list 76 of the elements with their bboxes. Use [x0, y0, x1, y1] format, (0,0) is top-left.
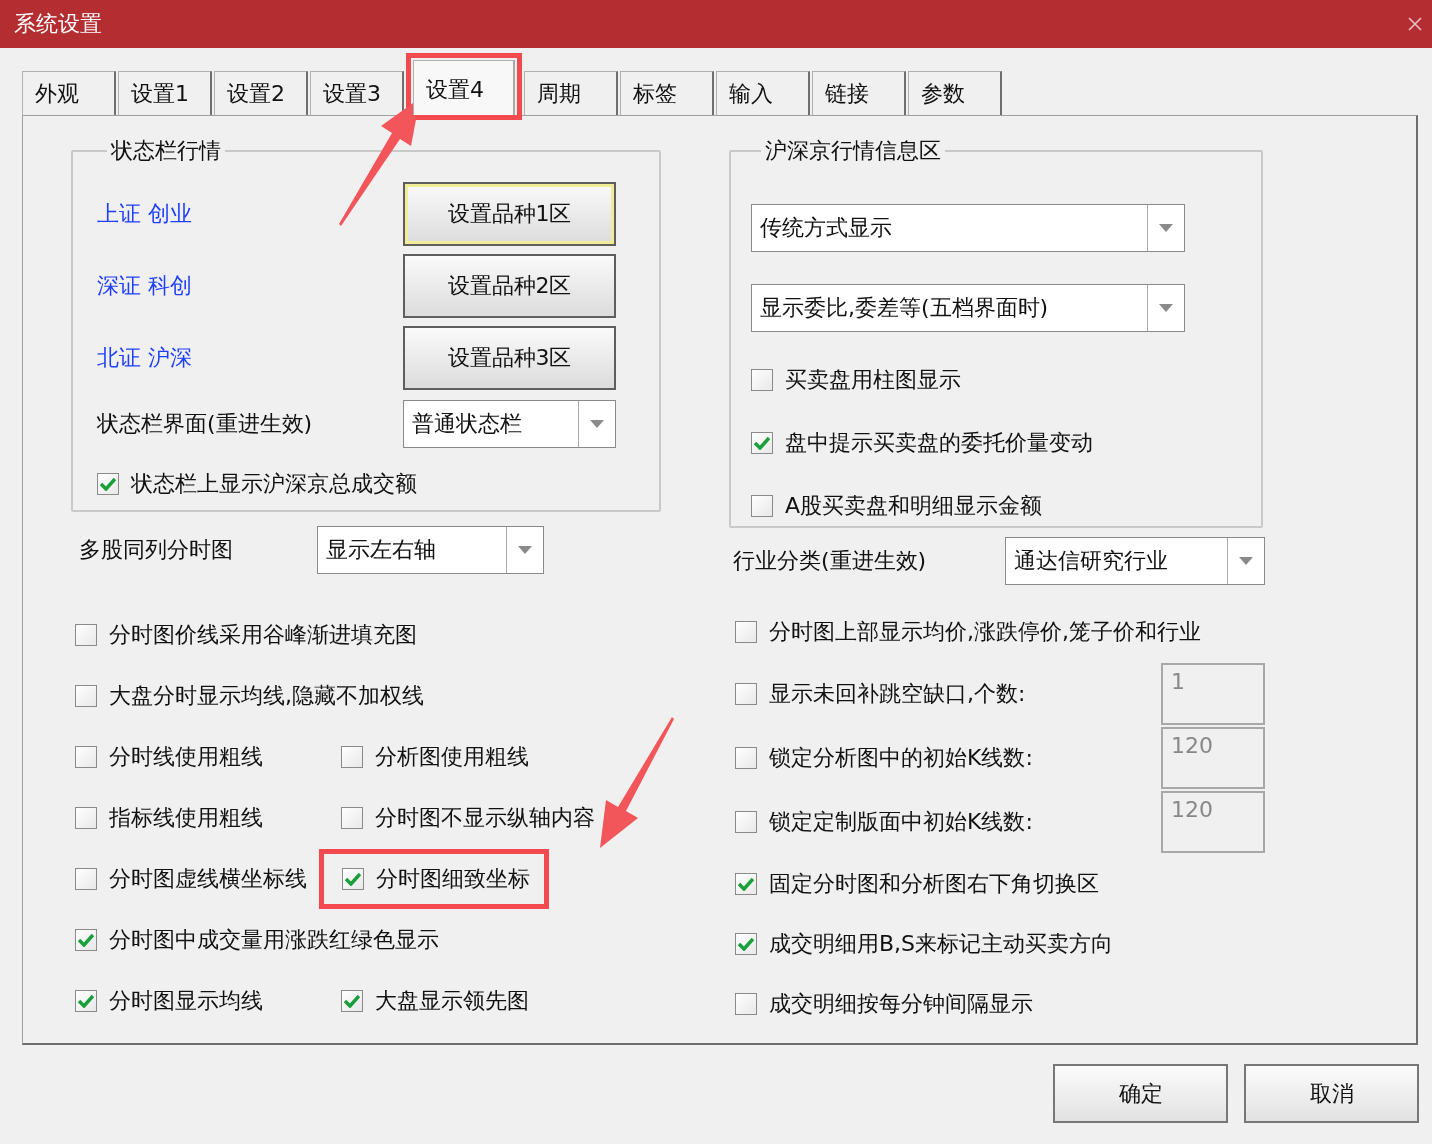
group-title: 沪深京行情信息区 [764, 137, 942, 165]
checkbox[interactable] [97, 473, 119, 495]
checkbox-label: 分析图使用粗线 [375, 742, 529, 771]
combo-label: 状态栏界面(重进生效) [97, 410, 314, 438]
checkbox[interactable] [735, 993, 757, 1015]
cancel-button[interactable]: 取消 [1244, 1064, 1419, 1123]
checkbox[interactable] [735, 621, 757, 643]
checkbox-label: 成交明细按每分钟间隔显示 [769, 990, 1033, 1018]
group-title: 状态栏行情 [110, 137, 222, 165]
checkbox[interactable] [75, 745, 97, 768]
checkbox-label: 状态栏上显示沪深京总成交额 [131, 470, 417, 498]
ok-button[interactable]: 确定 [1053, 1064, 1228, 1123]
checkbox[interactable] [341, 806, 363, 829]
checkbox-label: 分时图虚线横坐标线 [109, 864, 307, 893]
dropdown-arrow-icon [1239, 557, 1253, 565]
combo-label: 多股同列分时图 [79, 536, 234, 564]
checkbox[interactable] [342, 867, 364, 890]
market-link[interactable]: 北证 沪深 [97, 343, 403, 373]
tab[interactable]: 设置2 [214, 71, 308, 115]
checkbox-label: 锁定分析图中的初始K线数: [769, 744, 1033, 772]
display-mode-select[interactable]: 显示委比,委差等(五档界面时) [751, 284, 1185, 332]
industry-select[interactable]: 通达信研究行业 [1005, 537, 1265, 585]
market-link[interactable]: 上证 创业 [97, 199, 403, 229]
tab[interactable]: 标签 [620, 71, 714, 115]
checkbox-label: 分时图细致坐标 [376, 864, 530, 893]
checkbox-label: 分时图显示均线 [109, 986, 263, 1015]
tab[interactable]: 设置3 [310, 71, 404, 115]
combo-label: 行业分类(重进生效) [733, 547, 928, 575]
checkbox-label: 指标线使用粗线 [109, 803, 263, 832]
window-title: 系统设置 [14, 10, 102, 38]
checkbox[interactable] [75, 989, 97, 1012]
tab[interactable]: 参数 [908, 71, 1002, 115]
checkbox-label: 显示未回补跳空缺口,个数: [769, 680, 1026, 708]
checkbox[interactable] [75, 806, 97, 829]
checkbox-label: 买卖盘用柱图显示 [785, 365, 961, 394]
status-bar-select[interactable]: 普通状态栏 [403, 400, 616, 448]
set-zone-button[interactable]: 设置品种3区 [403, 326, 616, 390]
tab[interactable]: 外观 [22, 71, 116, 115]
checkbox-label: 分时线使用粗线 [109, 742, 263, 771]
checkbox-label: 分时图上部显示均价,涨跌停价,笼子价和行业 [769, 618, 1201, 646]
checkbox[interactable] [751, 368, 773, 391]
checkbox-label: A股买卖盘和明细显示金额 [785, 491, 1043, 520]
tab[interactable]: 周期 [524, 71, 618, 115]
dropdown-arrow-icon [1159, 304, 1173, 312]
checkbox-label: 分时图中成交量用涨跌红绿色显示 [109, 925, 439, 954]
checkbox-label: 分时图不显示纵轴内容 [375, 803, 595, 832]
market-link[interactable]: 深证 科创 [97, 271, 403, 301]
dropdown-arrow-icon [590, 420, 604, 428]
set-zone-button[interactable]: 设置品种2区 [403, 254, 616, 318]
display-mode-select[interactable]: 传统方式显示 [751, 204, 1185, 252]
checkbox-label: 分时图价线采用谷峰渐进填充图 [109, 620, 417, 649]
checkbox-label: 成交明细用B,S来标记主动买卖方向 [769, 930, 1114, 958]
tab[interactable]: 设置4 [413, 60, 515, 115]
dropdown-arrow-icon [518, 546, 532, 554]
checkbox[interactable] [75, 623, 97, 646]
checkbox-label: 盘中提示买卖盘的委托价量变动 [785, 428, 1093, 457]
checkbox-label: 大盘显示领先图 [375, 986, 529, 1015]
checkbox[interactable] [341, 989, 363, 1012]
checkbox[interactable] [735, 933, 757, 955]
axis-select[interactable]: 显示左右轴 [317, 526, 544, 574]
close-icon[interactable] [1408, 17, 1422, 31]
checkbox-label: 锁定定制版面中初始K线数: [769, 808, 1033, 836]
tab[interactable]: 输入 [716, 71, 810, 115]
checkbox-label: 大盘分时显示均线,隐藏不加权线 [109, 681, 424, 710]
checkbox[interactable] [75, 684, 97, 707]
tab[interactable]: 设置1 [118, 71, 212, 115]
tab[interactable]: 链接 [812, 71, 906, 115]
set-zone-button[interactable]: 设置品种1区 [403, 182, 616, 246]
checkbox[interactable] [751, 494, 773, 517]
checkbox[interactable] [751, 431, 773, 454]
dropdown-arrow-icon [1159, 224, 1173, 232]
checkbox[interactable] [75, 867, 97, 890]
checkbox-label: 固定分时图和分析图右下角切换区 [769, 870, 1099, 898]
checkbox[interactable] [341, 745, 363, 768]
checkbox[interactable] [75, 928, 97, 951]
checkbox[interactable] [735, 873, 757, 895]
